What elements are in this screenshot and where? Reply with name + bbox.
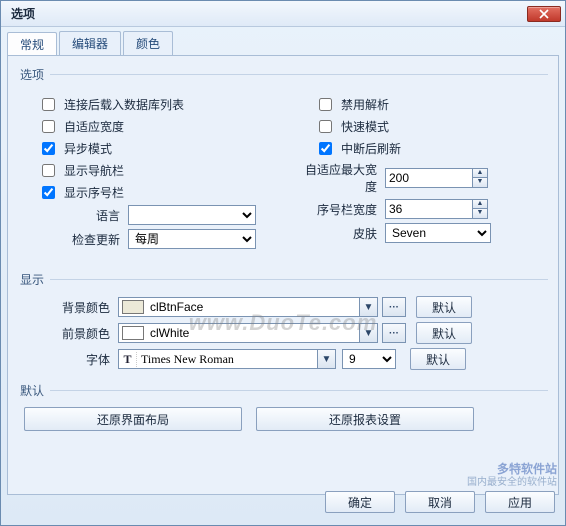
bgcolor-field[interactable]: clBtnFace — [118, 297, 360, 317]
group-default-label: 默认 — [18, 382, 50, 399]
rownum-width-label: 序号栏宽度 — [295, 201, 385, 218]
spin-up-icon[interactable]: ▲ — [473, 169, 487, 178]
check-update-select[interactable]: 每周 — [128, 229, 256, 249]
rownum-width-spinner[interactable]: ▲▼ — [385, 199, 488, 219]
apply-button[interactable]: 应用 — [485, 491, 555, 513]
tab-strip: 常规 编辑器 颜色 — [1, 27, 565, 55]
language-select[interactable] — [128, 205, 256, 225]
chk-async-mode-box[interactable] — [42, 142, 55, 155]
chk-show-nav[interactable]: 显示导航栏 — [38, 161, 271, 179]
tab-general[interactable]: 常规 — [7, 32, 57, 56]
font-label: 字体 — [18, 351, 118, 368]
skin-label: 皮肤 — [295, 225, 385, 242]
display-section: 背景颜色 clBtnFace ▼ ··· 默认 前景颜色 clWhite ▼ ·… — [18, 296, 548, 370]
bgcolor-swatch — [122, 300, 144, 314]
group-display-label: 显示 — [18, 271, 50, 288]
chk-fast-mode-box[interactable] — [319, 120, 332, 133]
close-icon — [539, 9, 549, 19]
chk-load-db-list[interactable]: 连接后载入数据库列表 — [38, 95, 271, 113]
bgcolor-default-button[interactable]: 默认 — [416, 296, 472, 318]
chk-auto-width-box[interactable] — [42, 120, 55, 133]
options-right-col: 禁用解析 快速模式 中断后刷新 自适应最大宽度 ▲▼ 序号栏宽度 ▲▼ 皮肤 S… — [295, 91, 548, 253]
tab-editor[interactable]: 编辑器 — [59, 31, 121, 55]
options-dialog: 选项 常规 编辑器 颜色 选项 连接后载入数据库列表 自适应宽度 异步模式 显示… — [0, 0, 566, 526]
spin-down-icon[interactable]: ▼ — [473, 178, 487, 187]
chk-auto-width[interactable]: 自适应宽度 — [38, 117, 271, 135]
fgcolor-dropdown-icon[interactable]: ▼ — [360, 323, 378, 343]
font-name-dropdown-icon[interactable]: ▼ — [318, 349, 336, 369]
max-auto-width-label: 自适应最大宽度 — [295, 161, 385, 195]
group-options: 选项 — [18, 66, 548, 83]
rownum-width-input[interactable] — [385, 199, 473, 219]
spin-up-icon[interactable]: ▲ — [473, 200, 487, 209]
window-title: 选项 — [5, 5, 35, 22]
chk-refresh-on-break[interactable]: 中断后刷新 — [315, 139, 548, 157]
skin-select[interactable]: Seven — [385, 223, 491, 243]
max-auto-width-input[interactable] — [385, 168, 473, 188]
font-name-field[interactable]: T Times New Roman — [118, 349, 318, 369]
max-auto-width-spinner[interactable]: ▲▼ — [385, 168, 488, 188]
fgcolor-default-button[interactable]: 默认 — [416, 322, 472, 344]
tab-color[interactable]: 颜色 — [123, 31, 173, 55]
chk-async-mode[interactable]: 异步模式 — [38, 139, 271, 157]
bgcolor-label: 背景颜色 — [18, 299, 118, 316]
fgcolor-more-button[interactable]: ··· — [382, 323, 406, 343]
options-left-col: 连接后载入数据库列表 自适应宽度 异步模式 显示导航栏 显示序号栏 语言 检查更… — [18, 91, 271, 253]
fgcolor-label: 前景颜色 — [18, 325, 118, 342]
language-label: 语言 — [18, 207, 128, 224]
group-default: 默认 — [18, 382, 548, 399]
font-default-button[interactable]: 默认 — [410, 348, 466, 370]
bgcolor-dropdown-icon[interactable]: ▼ — [360, 297, 378, 317]
font-name-value: Times New Roman — [141, 352, 317, 367]
chk-disable-parse[interactable]: 禁用解析 — [315, 95, 548, 113]
fgcolor-field[interactable]: clWhite — [118, 323, 360, 343]
group-options-label: 选项 — [18, 66, 50, 83]
bgcolor-more-button[interactable]: ··· — [382, 297, 406, 317]
restore-report-button[interactable]: 还原报表设置 — [256, 407, 474, 431]
bgcolor-value: clBtnFace — [150, 300, 359, 314]
chk-show-rownum-box[interactable] — [42, 186, 55, 199]
tab-page-general: 选项 连接后载入数据库列表 自适应宽度 异步模式 显示导航栏 显示序号栏 语言 … — [7, 55, 559, 495]
restore-layout-button[interactable]: 还原界面布局 — [24, 407, 242, 431]
title-bar: 选项 — [1, 1, 565, 27]
dialog-footer: 确定 取消 应用 — [325, 491, 555, 513]
chk-show-nav-box[interactable] — [42, 164, 55, 177]
fgcolor-value: clWhite — [150, 326, 359, 340]
fgcolor-swatch — [122, 326, 144, 340]
ok-button[interactable]: 确定 — [325, 491, 395, 513]
chk-fast-mode[interactable]: 快速模式 — [315, 117, 548, 135]
chk-refresh-on-break-box[interactable] — [319, 142, 332, 155]
check-update-label: 检查更新 — [18, 231, 128, 248]
spin-down-icon[interactable]: ▼ — [473, 209, 487, 218]
font-glyph-icon: T — [119, 352, 137, 367]
chk-show-rownum[interactable]: 显示序号栏 — [38, 183, 271, 201]
close-button[interactable] — [527, 6, 561, 22]
font-size-select[interactable]: 9 — [342, 349, 396, 369]
cancel-button[interactable]: 取消 — [405, 491, 475, 513]
group-display: 显示 — [18, 271, 548, 288]
chk-load-db-list-box[interactable] — [42, 98, 55, 111]
chk-disable-parse-box[interactable] — [319, 98, 332, 111]
